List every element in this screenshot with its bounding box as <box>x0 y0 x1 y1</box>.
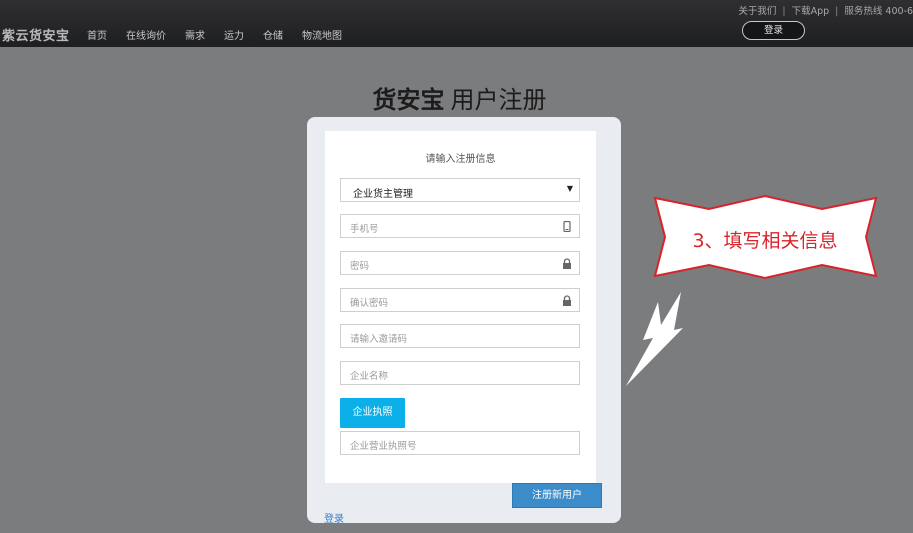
business-license-upload-button[interactable]: 企业执照 <box>340 398 405 428</box>
service-hotline: 服务热线 400-6 <box>844 6 913 17</box>
mobile-phone-icon <box>563 221 571 232</box>
link-separator: | <box>782 6 786 17</box>
invite-code-input[interactable]: 请输入邀请码 <box>340 324 580 348</box>
registration-card: 请输入注册信息 企业货主管理 ▼ 手机号 密码 确认密码 请输入邀请码 企业名称… <box>307 117 621 525</box>
login-link[interactable]: 登录 <box>324 510 344 525</box>
download-app-link[interactable]: 下载App <box>792 6 830 17</box>
lock-icon <box>563 258 571 269</box>
nav-item-home[interactable]: 首页 <box>87 27 107 42</box>
annotation-text: 3、填写相关信息 <box>692 230 838 252</box>
link-separator: | <box>835 6 839 17</box>
page-title: 货安宝 用户注册 <box>0 80 913 115</box>
confirm-password-input[interactable]: 确认密码 <box>340 288 580 312</box>
lock-icon <box>563 295 571 306</box>
nav-item-capacity[interactable]: 运力 <box>224 27 244 42</box>
password-input[interactable]: 密码 <box>340 251 580 275</box>
nav-item-logistics-map[interactable]: 物流地图 <box>302 27 342 42</box>
license-number-placeholder: 企业营业执照号 <box>350 441 417 452</box>
form-heading: 请输入注册信息 <box>425 154 496 165</box>
page-title-brand: 货安宝 <box>372 86 445 114</box>
top-links: 关于我们 | 下载App | 服务热线 400-6 <box>738 3 913 17</box>
page-title-text: 用户注册 <box>450 86 547 114</box>
phone-input-placeholder: 手机号 <box>350 224 379 235</box>
top-navigation-bar: 紫云货安宝 首页 在线询价 需求 运力 仓储 物流地图 关于我们 | 下载App | 服… <box>0 0 913 47</box>
lightning-bolt-icon <box>626 292 683 386</box>
registration-form: 请输入注册信息 企业货主管理 ▼ 手机号 密码 确认密码 请输入邀请码 企业名称… <box>325 131 596 483</box>
company-name-placeholder: 企业名称 <box>350 371 389 382</box>
about-us-link[interactable]: 关于我们 <box>738 6 776 17</box>
invite-code-placeholder: 请输入邀请码 <box>350 334 408 345</box>
phone-input[interactable]: 手机号 <box>340 214 580 238</box>
nav-item-online-quote[interactable]: 在线询价 <box>126 27 166 42</box>
register-button[interactable]: 注册新用户 <box>512 483 602 508</box>
company-name-input[interactable]: 企业名称 <box>340 361 580 385</box>
nav-item-warehouse[interactable]: 仓储 <box>263 27 283 42</box>
main-nav: 首页 在线询价 需求 运力 仓储 物流地图 <box>87 27 361 42</box>
confirm-password-placeholder: 确认密码 <box>350 298 389 309</box>
role-select-value: 企业货主管理 <box>353 189 413 200</box>
nav-item-demand[interactable]: 需求 <box>185 27 205 42</box>
license-number-input[interactable]: 企业营业执照号 <box>340 431 580 455</box>
header-login-button[interactable]: 登录 <box>742 21 805 40</box>
role-select[interactable]: 企业货主管理 ▼ <box>340 178 580 202</box>
password-input-placeholder: 密码 <box>350 261 370 272</box>
brand-logo-text[interactable]: 紫云货安宝 <box>2 25 70 44</box>
dropdown-caret-icon: ▼ <box>566 184 573 193</box>
